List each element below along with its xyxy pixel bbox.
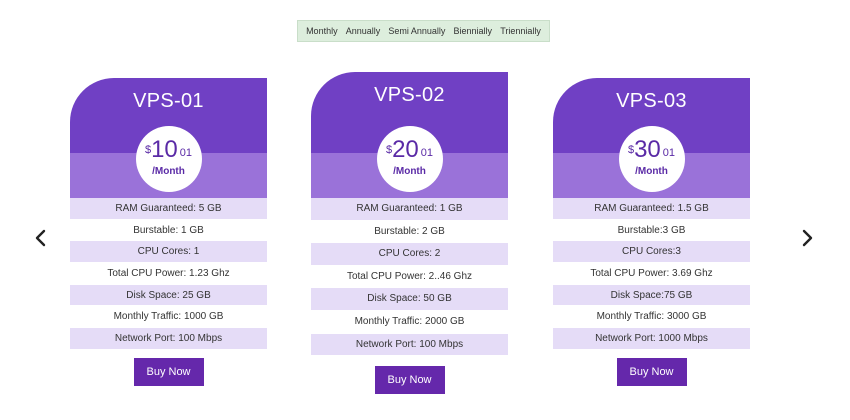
price-period: /Month [152, 166, 185, 177]
plan-card-vps-01: VPS-01 $10 01 /Month RAM Guaranteed: 5 GB… [70, 78, 267, 386]
plan-header: VPS-03 $30 01 /Month [553, 78, 750, 198]
feature-list: RAM Guaranteed: 1.5 GB Burstable:3 GB CP… [553, 198, 750, 350]
plan-header: VPS-02 $20 01 /Month [311, 72, 508, 198]
feature-monthly-traffic: Monthly Traffic: 2000 GB [311, 310, 508, 334]
feature-list: RAM Guaranteed: 1 GB Burstable: 2 GB CPU… [311, 198, 508, 357]
feature-disk-space: Disk Space: 50 GB [311, 288, 508, 311]
tab-annually[interactable]: Annually [346, 26, 381, 36]
feature-list: RAM Guaranteed: 5 GB Burstable: 1 GB CPU… [70, 198, 267, 350]
feature-cpu-cores: CPU Cores: 1 [70, 241, 267, 264]
buy-now-button[interactable]: Buy Now [616, 357, 687, 386]
price-amount: 20 [392, 136, 419, 163]
plan-card-vps-02: VPS-02 $20 01 /Month RAM Guaranteed: 1 GB… [311, 72, 508, 395]
tab-semi-annually[interactable]: Semi Annually [388, 26, 445, 36]
feature-burstable: Burstable: 2 GB [311, 220, 508, 244]
tab-biennially[interactable]: Biennially [454, 26, 493, 36]
price-badge: $30 01 /Month [618, 126, 685, 192]
plan-title: VPS-02 [374, 84, 445, 106]
feature-disk-space: Disk Space: 25 GB [70, 284, 267, 307]
price-currency: $ [144, 144, 152, 156]
price-cents: 01 [420, 147, 434, 159]
feature-ram: RAM Guaranteed: 1 GB [311, 198, 508, 221]
price-amount: 30 [634, 136, 661, 163]
plan-title: VPS-03 [616, 90, 687, 112]
feature-network-port: Network Port: 1000 Mbps [553, 328, 750, 350]
feature-cpu-power: Total CPU Power: 2..46 Ghz [311, 265, 508, 289]
feature-monthly-traffic: Monthly Traffic: 3000 GB [553, 306, 750, 329]
price-cents: 01 [179, 147, 193, 159]
price-cents: 01 [662, 147, 676, 159]
price-currency: $ [627, 144, 635, 156]
billing-cycle-tabs: Monthly Annually Semi Annually Bienniall… [297, 20, 550, 42]
price-amount: 10 [151, 136, 178, 163]
price-period: /Month [393, 166, 426, 177]
feature-cpu-cores: CPU Cores: 2 [311, 243, 508, 266]
feature-cpu-power: Total CPU Power: 1.23 Ghz [70, 263, 267, 285]
price-currency: $ [385, 144, 393, 156]
feature-network-port: Network Port: 100 Mbps [311, 333, 508, 357]
feature-cpu-power: Total CPU Power: 3.69 Ghz [553, 263, 750, 285]
tab-triennially[interactable]: Triennially [500, 26, 541, 36]
buy-now-button[interactable]: Buy Now [374, 366, 445, 395]
feature-cpu-cores: CPU Cores:3 [553, 241, 750, 264]
plan-header: VPS-01 $10 01 /Month [70, 78, 267, 198]
feature-network-port: Network Port: 100 Mbps [70, 328, 267, 350]
carousel-prev-button[interactable] [32, 228, 48, 248]
feature-ram: RAM Guaranteed: 5 GB [70, 198, 267, 220]
feature-monthly-traffic: Monthly Traffic: 1000 GB [70, 306, 267, 329]
price-badge: $10 01 /Month [135, 126, 202, 192]
feature-ram: RAM Guaranteed: 1.5 GB [553, 198, 750, 220]
tab-monthly[interactable]: Monthly [306, 26, 338, 36]
price-badge: $20 01 /Month [376, 126, 443, 192]
plan-title: VPS-01 [133, 90, 204, 112]
price-period: /Month [635, 166, 668, 177]
feature-disk-space: Disk Space:75 GB [553, 284, 750, 307]
buy-now-button[interactable]: Buy Now [133, 357, 204, 386]
feature-burstable: Burstable:3 GB [553, 219, 750, 242]
carousel-next-button[interactable] [800, 228, 816, 248]
chevron-right-icon [802, 229, 813, 247]
feature-burstable: Burstable: 1 GB [70, 219, 267, 242]
chevron-left-icon [35, 229, 46, 247]
plan-card-vps-03: VPS-03 $30 01 /Month RAM Guaranteed: 1.5 … [553, 78, 750, 386]
